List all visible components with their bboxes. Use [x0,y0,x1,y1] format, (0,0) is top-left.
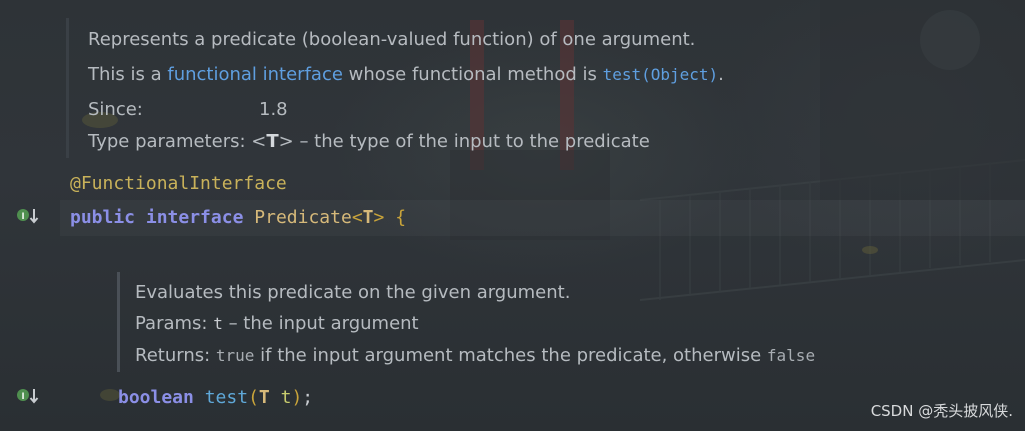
since-label: Since: [88,99,143,120]
method-name[interactable]: test [205,387,248,408]
doc-text: This is a [88,64,168,85]
watermark: CSDN @秃头披风侠. [870,402,1013,420]
implemented-marker-icon[interactable]: I [15,206,39,226]
returns-line: Returns: true if the input argument matc… [135,345,815,366]
method-doc-border [117,272,120,372]
type-param: T [362,207,374,228]
returns-desc: if the input argument matches the predic… [254,345,767,366]
param-var: t [280,387,292,408]
code-line-interface: public interface Predicate<T> { [70,207,406,228]
class-name[interactable]: Predicate [254,207,352,228]
returns-true: true [215,346,255,365]
keyword-public: public [70,207,136,228]
doc-text: . [718,64,724,85]
code-line-annotation: @FunctionalInterface [70,173,287,194]
doc-summary: Represents a predicate (boolean-valued f… [88,29,696,50]
type-params-line: Type parameters: <T> – the type of the i… [88,131,650,152]
open-brace: { [395,207,407,228]
param-desc: – the input argument [222,313,419,334]
code-line-method: boolean test(T t); [118,387,313,408]
doc-text: whose functional method is [342,64,603,85]
param-name: t [213,314,223,333]
type-param-gt: > [278,131,294,152]
paren-open: ( [248,387,259,408]
paren-close: ) [291,387,303,408]
annotation: @FunctionalInterface [70,173,287,194]
functional-interface-link[interactable]: functional interface [167,64,343,85]
returns-label: Returns: [135,345,216,366]
method-doc-summary: Evaluates this predicate on the given ar… [135,282,571,303]
params-line: Params: t – the input argument [135,313,419,334]
doc-border [66,18,69,158]
param-type: T [258,387,270,408]
type-params-label: Type parameters: [88,131,252,152]
test-object-link[interactable]: test(Object) [603,65,719,84]
keyword-interface: interface [145,207,244,228]
implemented-marker-icon[interactable]: I [15,386,39,406]
returns-false: false [766,346,816,365]
keyword-boolean: boolean [118,387,194,408]
since-value: 1.8 [259,99,288,120]
type-param-name: T [266,131,279,152]
doc-functional-line: This is a functional interface whose fun… [88,64,724,85]
type-close: > [373,207,385,228]
type-open: < [351,207,363,228]
params-label: Params: [135,313,214,334]
type-param-desc: – the type of the input to the predicate [293,131,650,152]
svg-text:I: I [21,392,24,402]
semicolon: ; [302,387,314,408]
type-param-lt: < [251,131,267,152]
svg-text:I: I [21,212,24,222]
